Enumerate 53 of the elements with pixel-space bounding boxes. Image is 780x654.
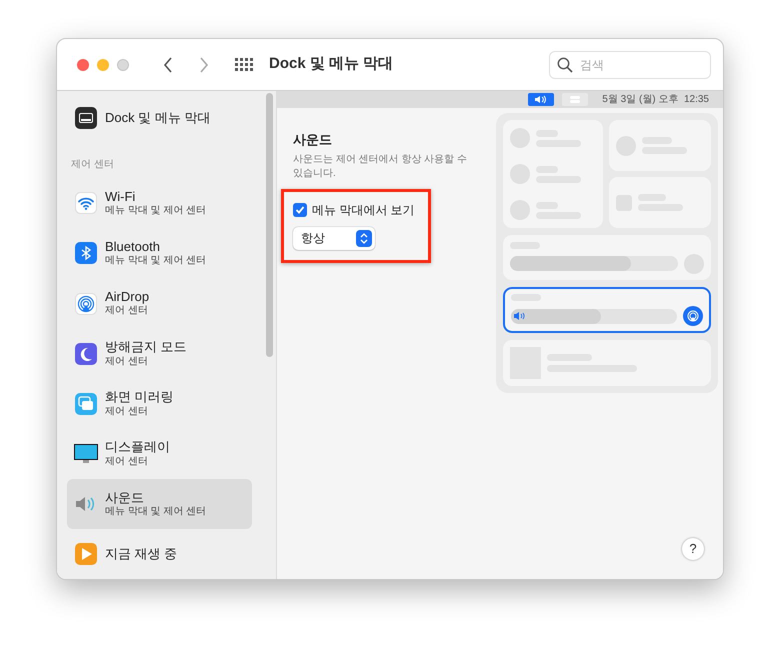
item-title: AirDrop — [105, 289, 150, 306]
chevron-updown-icon — [356, 230, 372, 246]
item-title: Bluetooth — [105, 239, 161, 256]
dock-icon — [75, 107, 97, 130]
search-field[interactable]: 검색 — [549, 50, 711, 78]
bluetooth-icon — [75, 242, 97, 264]
sidebar-item[interactable]: Bluetooth 메뉴 막대 및 제어 센터 — [67, 228, 252, 279]
sidebar-item[interactable]: 방해금지 모드 제어 센터 — [67, 328, 252, 379]
window-title: Dock 및 메뉴 막대 — [269, 54, 394, 74]
help-button[interactable]: ? — [682, 538, 704, 560]
display-icon — [74, 444, 98, 464]
wifi-icon — [75, 192, 97, 214]
popup-select[interactable]: 항상 — [293, 226, 375, 250]
item-title: 지금 재생 중 — [105, 546, 178, 562]
item-title: 사운드 — [105, 490, 145, 506]
item-subtitle: 메뉴 막대 및 제어 센터 — [105, 205, 206, 218]
sidebar-item[interactable]: AirDrop 제어 센터 — [67, 278, 252, 329]
checkbox[interactable] — [293, 202, 307, 216]
grid-icon[interactable] — [235, 58, 253, 72]
item-subtitle: 제어 센터 — [105, 456, 149, 468]
forward-icon[interactable] — [199, 56, 209, 72]
item-title: Dock 및 메뉴 막대 — [105, 110, 210, 126]
search-icon — [557, 56, 573, 72]
section-title: 사운드 — [293, 131, 333, 149]
item-subtitle: 제어 센터 — [105, 406, 149, 418]
section-header: 제어 센터 — [70, 158, 115, 172]
sidebar-item[interactable]: 지금 재생 중 — [67, 528, 252, 579]
item-title: 화면 미러링 — [105, 389, 174, 406]
item-title: Wi-Fi — [105, 189, 136, 206]
scrollbar[interactable] — [266, 93, 272, 357]
sidebar-item[interactable]: Wi-Fi 메뉴 막대 및 제어 센터 — [67, 178, 252, 228]
airdrop-icon — [75, 292, 97, 315]
sidebar-item[interactable]: 디스플레이 제어 센터 — [67, 428, 252, 479]
item-subtitle: 메뉴 막대 및 제어 센터 — [105, 506, 206, 518]
item-title: 디스플레이 — [105, 439, 170, 456]
close-button[interactable] — [77, 58, 89, 70]
item-subtitle: 메뉴 막대 및 제어 센터 — [105, 255, 206, 268]
minimize-button[interactable] — [97, 58, 109, 70]
item-title: 방해금지 모드 — [105, 339, 187, 356]
play-icon — [75, 542, 97, 565]
item-subtitle: 제어 센터 — [105, 305, 149, 318]
screen-mirroring-icon — [75, 392, 97, 415]
back-icon[interactable] — [163, 56, 173, 72]
moon-icon — [75, 342, 97, 365]
checkbox-label[interactable]: 메뉴 막대에서 보기 — [312, 200, 415, 218]
sidebar-item[interactable]: 사운드 메뉴 막대 및 제어 센터 — [67, 478, 252, 529]
section-description: 사운드는 제어 센터에서 항상 사용할 수 있습니다. — [293, 152, 468, 180]
sidebar-item[interactable]: 화면 미러링 제어 센터 — [67, 378, 252, 429]
speaker-icon — [528, 93, 554, 106]
item-subtitle: 제어 센터 — [105, 356, 149, 368]
menu-bar-clock: 5월 3일 (월) 오후 12:35 — [602, 93, 709, 107]
sidebar-item[interactable]: Dock 및 메뉴 막대 — [67, 97, 252, 140]
zoom-button[interactable] — [117, 58, 129, 70]
